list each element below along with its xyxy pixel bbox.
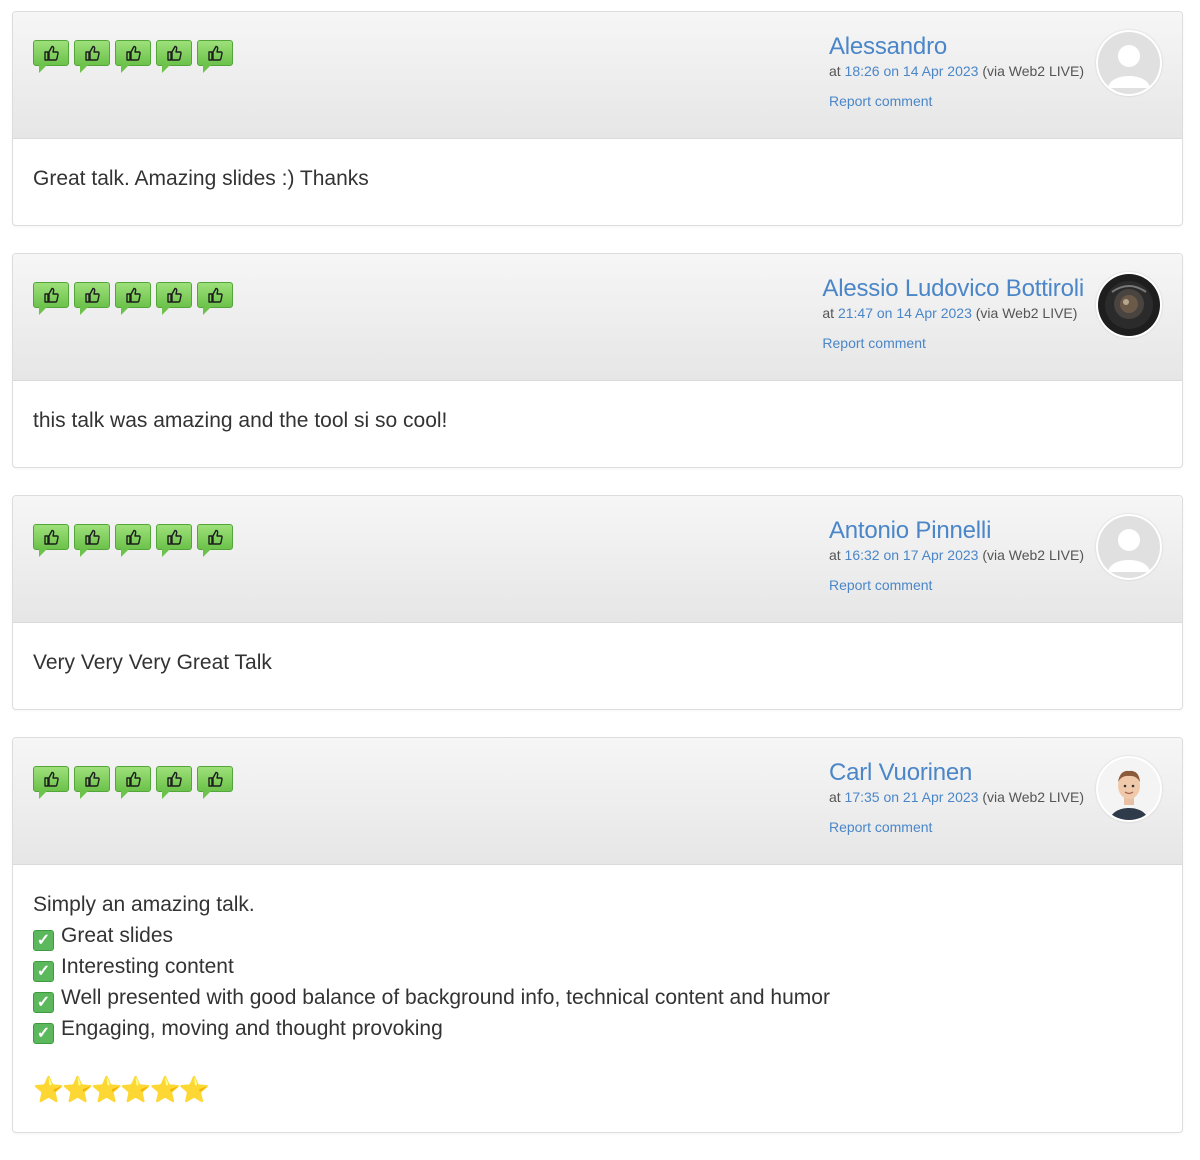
report-comment-link[interactable]: Report comment xyxy=(829,92,1084,110)
checklist-text: Great slides xyxy=(61,924,174,947)
star-rating-emoji: ⭐⭐⭐⭐⭐⭐ xyxy=(33,1076,211,1105)
author-link[interactable]: Antonio Pinnelli xyxy=(829,516,1084,546)
thumbs-up-icon xyxy=(33,282,69,315)
comment-card: Alessio Ludovico Bottiroli at 21:47 on 1… xyxy=(12,253,1183,468)
report-comment-link[interactable]: Report comment xyxy=(822,334,1084,352)
thumbs-up-icon xyxy=(115,524,151,557)
at-prefix: at xyxy=(828,63,841,79)
thumbs-up-icon xyxy=(156,524,192,557)
comment-text: this talk was amazing and the tool si so… xyxy=(33,409,448,432)
author-link[interactable]: Alessio Ludovico Bottiroli xyxy=(822,274,1084,304)
rating xyxy=(33,766,233,799)
thumbs-up-icon xyxy=(197,282,233,315)
check-box-icon: ✓ xyxy=(33,961,54,982)
thumbs-up-icon xyxy=(156,282,192,315)
comment-header: Carl Vuorinen at 17:35 on 21 Apr 2023 (v… xyxy=(13,738,1182,865)
comment-body: Great talk. Amazing slides :) Thanks xyxy=(13,139,1182,225)
thumbs-up-icon xyxy=(74,766,110,799)
comment-header: Alessio Ludovico Bottiroli at 21:47 on 1… xyxy=(13,254,1182,381)
check-box-icon: ✓ xyxy=(33,930,54,951)
comment-timestamp: at 21:47 on 14 Apr 2023 (via Web2 LIVE) xyxy=(822,304,1084,322)
thumbs-up-icon xyxy=(197,766,233,799)
comment-text: Simply an amazing talk. xyxy=(33,893,255,916)
thumbs-up-icon xyxy=(115,40,151,73)
permalink[interactable]: 16:32 on 17 Apr 2023 xyxy=(845,547,979,563)
default-avatar[interactable] xyxy=(1096,30,1162,96)
comment-meta: Alessandro at 18:26 on 14 Apr 2023 (via … xyxy=(829,32,1084,110)
comment-body: this talk was amazing and the tool si so… xyxy=(13,381,1182,467)
report-comment-link[interactable]: Report comment xyxy=(829,576,1084,594)
comment-meta: Carl Vuorinen at 17:35 on 21 Apr 2023 (v… xyxy=(829,758,1084,836)
thumbs-up-icon xyxy=(33,766,69,799)
thumbs-up-icon xyxy=(115,282,151,315)
comment-header: Alessandro at 18:26 on 14 Apr 2023 (via … xyxy=(13,12,1182,139)
comment-timestamp: at 18:26 on 14 Apr 2023 (via Web2 LIVE) xyxy=(829,62,1084,80)
thumbs-up-icon xyxy=(156,766,192,799)
permalink[interactable]: 21:47 on 14 Apr 2023 xyxy=(838,305,972,321)
report-comment-link[interactable]: Report comment xyxy=(829,818,1084,836)
comment-meta: Alessio Ludovico Bottiroli at 21:47 on 1… xyxy=(822,274,1084,352)
person-photo-avatar[interactable] xyxy=(1096,756,1162,822)
checklist-item: ✓ Engaging, moving and thought provoking xyxy=(33,1013,1162,1044)
checklist-item: ✓ Well presented with good balance of bac… xyxy=(33,982,1162,1013)
thumbs-up-icon xyxy=(74,40,110,73)
comment-card: Antonio Pinnelli at 16:32 on 17 Apr 2023… xyxy=(12,495,1183,710)
permalink[interactable]: 18:26 on 14 Apr 2023 xyxy=(845,63,979,79)
comment-body: Simply an amazing talk. ✓ Great slides ✓ I… xyxy=(13,865,1182,1132)
at-prefix: at xyxy=(828,789,841,805)
thumbs-up-icon xyxy=(33,40,69,73)
rating xyxy=(33,524,233,557)
thumbs-up-icon xyxy=(33,524,69,557)
comment-text: Great talk. Amazing slides :) Thanks xyxy=(33,167,369,190)
permalink[interactable]: 17:35 on 21 Apr 2023 xyxy=(845,789,979,805)
via-source: (via Web2 LIVE) xyxy=(975,305,1078,321)
checklist-text: Well presented with good balance of back… xyxy=(61,986,830,1009)
thumbs-up-icon xyxy=(156,40,192,73)
check-box-icon: ✓ xyxy=(33,992,54,1013)
thumbs-up-icon xyxy=(197,40,233,73)
via-source: (via Web2 LIVE) xyxy=(982,789,1084,805)
comment-body: Very Very Very Great Talk xyxy=(13,623,1182,709)
author-link[interactable]: Alessandro xyxy=(829,32,1084,62)
rating xyxy=(33,282,233,315)
rating xyxy=(33,40,233,73)
checklist-text: Interesting content xyxy=(61,955,234,978)
default-avatar[interactable] xyxy=(1096,514,1162,580)
comment-header: Antonio Pinnelli at 16:32 on 17 Apr 2023… xyxy=(13,496,1182,623)
via-source: (via Web2 LIVE) xyxy=(982,63,1084,79)
dark-photo-avatar[interactable] xyxy=(1096,272,1162,338)
comment-timestamp: at 17:35 on 21 Apr 2023 (via Web2 LIVE) xyxy=(829,788,1084,806)
comment-card: Alessandro at 18:26 on 14 Apr 2023 (via … xyxy=(12,11,1183,226)
checklist-item: ✓ Interesting content xyxy=(33,951,1162,982)
comment-text: Very Very Very Great Talk xyxy=(33,651,272,674)
checklist-item: ✓ Great slides xyxy=(33,920,1162,951)
comment-timestamp: at 16:32 on 17 Apr 2023 (via Web2 LIVE) xyxy=(829,546,1084,564)
at-prefix: at xyxy=(822,305,835,321)
thumbs-up-icon xyxy=(74,524,110,557)
comment-meta: Antonio Pinnelli at 16:32 on 17 Apr 2023… xyxy=(829,516,1084,594)
thumbs-up-icon xyxy=(197,524,233,557)
comment-list: Alessandro at 18:26 on 14 Apr 2023 (via … xyxy=(12,11,1183,1160)
check-box-icon: ✓ xyxy=(33,1023,54,1044)
comment-card: Carl Vuorinen at 17:35 on 21 Apr 2023 (v… xyxy=(12,737,1183,1133)
author-link[interactable]: Carl Vuorinen xyxy=(829,758,1084,788)
checklist-text: Engaging, moving and thought provoking xyxy=(61,1017,443,1040)
at-prefix: at xyxy=(828,547,841,563)
thumbs-up-icon xyxy=(74,282,110,315)
via-source: (via Web2 LIVE) xyxy=(982,547,1084,563)
thumbs-up-icon xyxy=(115,766,151,799)
